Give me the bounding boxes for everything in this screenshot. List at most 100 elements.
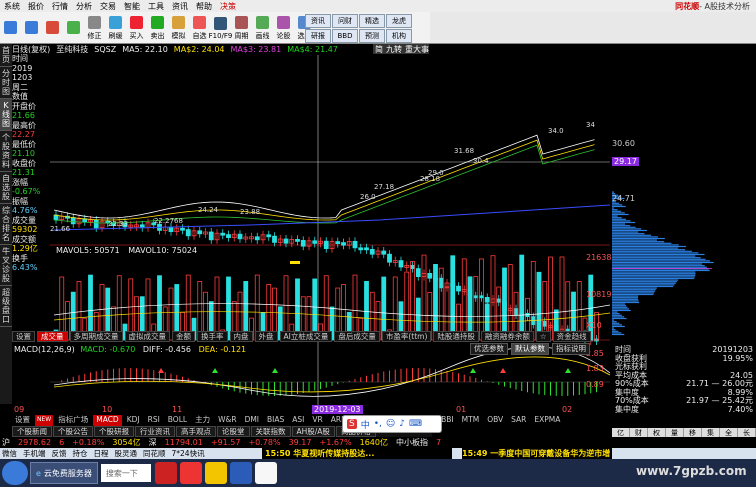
- indicator-tab[interactable]: DMI: [242, 415, 262, 426]
- indicator-tab[interactable]: 指标广场: [55, 415, 91, 426]
- volume-subtab[interactable]: 设置: [12, 331, 35, 342]
- volume-subtab[interactable]: 金额: [172, 331, 195, 342]
- refresh-cache-button[interactable]: 刷缓: [105, 12, 126, 44]
- simple-toggle[interactable]: 简: [375, 44, 383, 55]
- start-button[interactable]: [2, 461, 28, 485]
- menu-item[interactable]: 工具: [144, 1, 168, 12]
- info-tab[interactable]: 高手观点: [176, 426, 216, 437]
- shortcut-link[interactable]: 股灵通: [115, 448, 138, 459]
- period-button[interactable]: 周期: [231, 12, 252, 44]
- volume-subtab[interactable]: 资金趋线: [552, 331, 591, 342]
- ime-lang[interactable]: 中: [361, 418, 370, 431]
- indicator-tab[interactable]: KDJ: [124, 415, 143, 426]
- back-button[interactable]: [0, 12, 21, 44]
- app-icon[interactable]: [154, 462, 177, 484]
- volume-subtab[interactable]: ☆: [535, 331, 551, 342]
- left-tab[interactable]: 综合排名: [0, 204, 12, 245]
- volume-subtab[interactable]: 虚拟成交量: [124, 331, 170, 342]
- research-button[interactable]: 研报: [305, 29, 331, 43]
- menu-item[interactable]: 行情: [48, 1, 72, 12]
- draw-line-button[interactable]: 画线: [252, 12, 273, 44]
- folder-icon[interactable]: [204, 462, 227, 484]
- menu-item[interactable]: 帮助: [192, 1, 216, 12]
- menu-item[interactable]: 交易: [96, 1, 120, 12]
- default-params-button[interactable]: 默认参数: [511, 343, 549, 355]
- left-tab[interactable]: 自选股: [0, 172, 12, 204]
- indicator-tab[interactable]: RSI: [145, 415, 163, 426]
- shortcut-link[interactable]: 同花顺: [143, 448, 166, 459]
- f10-button[interactable]: F10/F9: [209, 12, 232, 44]
- simulate-button[interactable]: 模拟: [168, 12, 189, 44]
- dragon-tiger-button[interactable]: 龙虎: [386, 14, 412, 28]
- indicator-tab[interactable]: VR: [309, 415, 325, 426]
- shortcut-link[interactable]: 手机端: [23, 448, 46, 459]
- info-tab[interactable]: 个股公告: [53, 426, 93, 437]
- task-ie[interactable]: e 云免费服务器: [30, 462, 98, 484]
- shortcut-link[interactable]: 7*24快讯: [172, 448, 205, 459]
- volume-subtab[interactable]: 盘后成交量: [334, 331, 380, 342]
- news-scroller[interactable]: 15:50 华夏视听传媒持股达...: [262, 447, 452, 459]
- shortcut-link[interactable]: 持仓: [73, 448, 88, 459]
- volume-subtab[interactable]: AI立桩成交量: [279, 331, 333, 342]
- indicator-tab[interactable]: ASI: [289, 415, 307, 426]
- menu-item[interactable]: 决策: [216, 1, 240, 12]
- volume-subtab[interactable]: 市盈率(ttm): [381, 331, 432, 342]
- indicator-tab[interactable]: MTM: [459, 415, 483, 426]
- indicator-help-button[interactable]: 指标说明: [552, 343, 590, 355]
- indicator-tab[interactable]: SAR: [508, 415, 529, 426]
- selection-button[interactable]: 精选: [359, 14, 385, 28]
- indicator-tab[interactable]: OBV: [484, 415, 506, 426]
- volume-subtab[interactable]: 多周期成交量: [69, 331, 123, 342]
- indicator-tab[interactable]: BIAS: [264, 415, 287, 426]
- forum-button[interactable]: 论股: [273, 12, 294, 44]
- forward-button[interactable]: [21, 12, 42, 44]
- menu-item[interactable]: 分析: [72, 1, 96, 12]
- taskbar-search[interactable]: 搜索一下: [100, 464, 151, 482]
- indicator-tab[interactable]: 主力: [192, 415, 213, 426]
- volume-subtab[interactable]: 换手率: [197, 331, 228, 342]
- bbd-button[interactable]: BBD: [332, 29, 358, 43]
- forecast-button[interactable]: 预测: [359, 29, 385, 43]
- wencai-button[interactable]: 问财: [332, 14, 358, 28]
- ime-toolbar[interactable]: S 中 •, ☺ ♪ ⌨: [342, 415, 442, 433]
- indicator-tab[interactable]: NEW: [35, 415, 54, 426]
- kline-chart[interactable]: 34.031.6830.429.028.1827.1826.023.8822.3…: [50, 55, 610, 420]
- news-scroller[interactable]: 15:49 一季度中国可穿戴设备华为逆市增: [462, 447, 612, 459]
- volume-subtab[interactable]: 成交量: [37, 331, 68, 342]
- revise-button[interactable]: 修正: [84, 12, 105, 44]
- ime-emoji-icon[interactable]: ☺: [386, 419, 395, 429]
- left-tab[interactable]: K线图: [0, 99, 12, 131]
- left-tab[interactable]: 牛叉诊股: [0, 245, 12, 286]
- refresh-button[interactable]: [63, 12, 84, 44]
- left-tab[interactable]: 超级盘口: [0, 286, 12, 327]
- watchlist-button[interactable]: 自选: [189, 12, 210, 44]
- info-tab[interactable]: 个股新闻: [12, 426, 52, 437]
- indicator-tab[interactable]: MACD: [93, 415, 122, 426]
- institution-button[interactable]: 机构: [386, 29, 412, 43]
- buy-button[interactable]: 买入: [126, 12, 147, 44]
- menu-item[interactable]: 系统: [0, 1, 24, 12]
- app-icon[interactable]: [254, 462, 277, 484]
- news-button[interactable]: 资讯: [305, 14, 331, 28]
- indicator-tab[interactable]: 设置: [12, 415, 33, 426]
- volume-subtab[interactable]: 外盘: [254, 331, 278, 342]
- ime-keyboard-icon[interactable]: ⌨: [409, 419, 422, 429]
- volume-subtab[interactable]: 陆股通持股: [433, 331, 479, 342]
- info-tab[interactable]: 关联指数: [250, 426, 291, 437]
- period-label[interactable]: 日线(复权): [12, 44, 50, 55]
- word-icon[interactable]: [229, 462, 252, 484]
- sell-button[interactable]: 卖出: [147, 12, 168, 44]
- indicator-tab[interactable]: BOLL: [165, 415, 190, 426]
- indicator-tab[interactable]: W&R: [215, 415, 239, 426]
- menu-item[interactable]: 智能: [120, 1, 144, 12]
- app-icon[interactable]: [179, 462, 202, 484]
- left-tab[interactable]: 首页: [0, 44, 12, 67]
- nine-turn-toggle[interactable]: 九转: [386, 44, 402, 55]
- ime-mic-icon[interactable]: ♪: [399, 419, 405, 429]
- menu-item[interactable]: 报价: [24, 1, 48, 12]
- left-tab[interactable]: 分时图: [0, 67, 12, 99]
- major-event-toggle[interactable]: 重大事: [405, 44, 429, 55]
- info-tab[interactable]: 论股堂: [217, 426, 250, 437]
- shortcut-link[interactable]: 反馈: [52, 448, 67, 459]
- volume-subtab[interactable]: 内盘: [229, 331, 253, 342]
